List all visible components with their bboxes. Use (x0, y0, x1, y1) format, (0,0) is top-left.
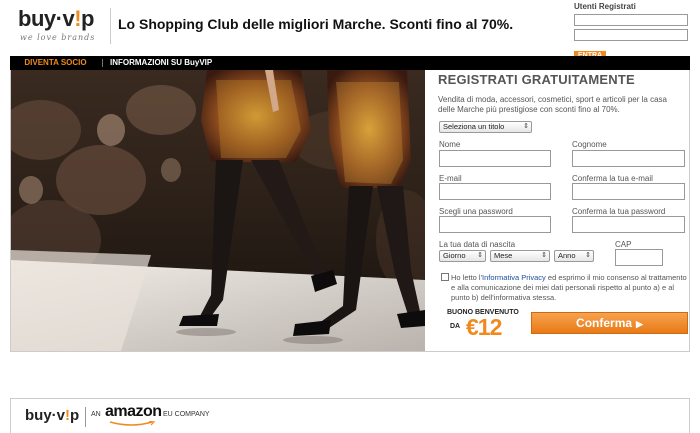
buyvip-logo[interactable]: buy·v!p we love brands (12, 6, 104, 46)
birth-month-select[interactable]: Mese ⇕ (490, 250, 550, 262)
logo-tagline: we love brands (20, 33, 96, 42)
fashion-runway-photo (11, 70, 425, 351)
privacy-policy-link[interactable]: Informativa Privacy (482, 273, 546, 282)
header-slogan: Lo Shopping Club delle migliori Marche. … (118, 16, 514, 32)
label-password-confirm: Conferma la tua password (572, 207, 666, 216)
nav-separator (102, 59, 103, 67)
nav-diventa-socio[interactable]: DIVENTA SOCIO (10, 56, 101, 70)
title-select[interactable]: Seleziona un titolo ⇕ (439, 121, 532, 133)
form-title: REGISTRATI GRATUITAMENTE (438, 72, 635, 87)
label-password: Scegli una password (439, 207, 513, 216)
password-confirm-input[interactable] (572, 216, 685, 233)
password-input[interactable] (439, 216, 551, 233)
footer-divider (85, 407, 86, 427)
label-cap: CAP (615, 240, 632, 249)
label-cognome: Cognome (572, 140, 607, 149)
label-birthdate: La tua data di nascita (439, 240, 516, 249)
login-title: Utenti Registrati (574, 2, 636, 11)
select-arrows-icon: ⇕ (541, 252, 547, 259)
amazon-smile-icon (109, 421, 156, 426)
privacy-consent: Ho letto l'Informativa Privacy ed esprim… (439, 273, 691, 305)
site-header: buy·v!p we love brands Lo Shopping Club … (0, 0, 700, 60)
select-arrows-icon: ⇕ (585, 252, 591, 259)
select-arrows-icon: ⇕ (523, 123, 529, 130)
label-email: E-mail (439, 174, 462, 183)
header-divider (110, 8, 111, 44)
label-email-confirm: Conferma la tua e-mail (572, 174, 653, 183)
runway-illustration (11, 70, 425, 351)
registration-form: REGISTRATI GRATUITAMENTE Vendita di moda… (438, 72, 691, 115)
select-arrows-icon: ⇕ (477, 252, 483, 259)
birth-day-select[interactable]: Giorno ⇕ (439, 250, 486, 262)
main-nav: DIVENTA SOCIO INFORMAZIONI SU BuyVIP (10, 56, 690, 70)
footer-eu-company-text: EU COMPANY (163, 411, 210, 418)
main-panel: REGISTRATI GRATUITAMENTE Vendita di moda… (10, 70, 690, 352)
play-arrow-icon: ▶ (636, 319, 643, 329)
welcome-bonus-amount: €12 (466, 314, 502, 340)
login-email-input[interactable] (574, 14, 688, 26)
confirm-button[interactable]: Conferma ▶ (531, 312, 688, 334)
cognome-input[interactable] (572, 150, 685, 167)
email-confirm-input[interactable] (572, 183, 685, 200)
login-password-input[interactable] (574, 29, 688, 41)
label-nome: Nome (439, 140, 461, 149)
birth-year-select[interactable]: Anno ⇕ (554, 250, 594, 262)
logo-wordmark: buy·v!p (18, 6, 94, 31)
nav-informazioni[interactable]: INFORMAZIONI SU BuyVIP (110, 56, 212, 70)
nome-input[interactable] (439, 150, 551, 167)
login-box: Utenti Registrati ENTRA (574, 2, 690, 62)
cap-input[interactable] (615, 249, 663, 266)
footer-an-text: AN (91, 411, 101, 418)
footer-buyvip-logo[interactable]: buy·v!p (25, 407, 79, 424)
form-description: Vendita di moda, accessori, cosmetici, s… (438, 95, 667, 114)
privacy-consent-text: Ho letto l'Informativa Privacy ed esprim… (451, 273, 687, 302)
welcome-bonus-da: DA (450, 323, 461, 330)
privacy-checkbox[interactable] (441, 273, 449, 281)
email-input[interactable] (439, 183, 551, 200)
site-footer: buy·v!p AN amazon EU COMPANY (10, 398, 690, 433)
amazon-logo[interactable]: amazon (105, 403, 162, 421)
